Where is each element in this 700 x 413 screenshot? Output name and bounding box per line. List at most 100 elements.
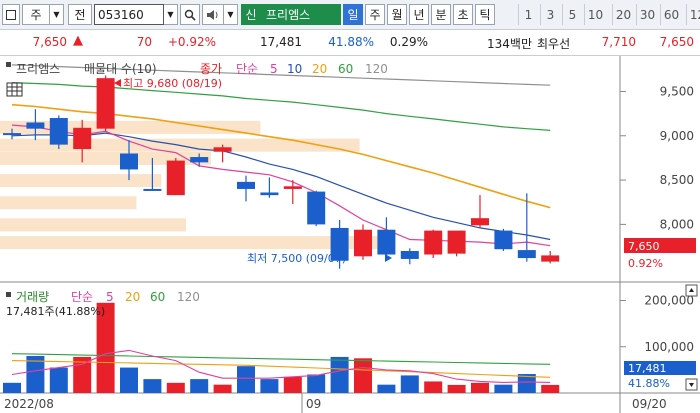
interval-button[interactable]: 20 [612,4,634,25]
volume-bar [377,384,396,393]
priority-label: 최우선 [537,37,571,51]
candle-body [237,181,255,189]
volume-legend: 거래량 단순 5 20 60 120 [6,290,200,304]
period-tab[interactable]: 월 [387,4,407,25]
candle-body [400,250,419,259]
interval-button[interactable]: 5 [562,4,582,25]
interval-label: 3 [546,7,555,22]
stock-code: 053160 [98,7,144,22]
turnover: 0.29% [389,35,428,49]
period-tab[interactable]: 년 [409,4,429,25]
candle-body [3,133,21,136]
candle-body [424,230,443,255]
volume-legend-ma-label: 단순 [71,290,93,304]
volume-moving-averages [11,349,551,383]
candle-body [166,160,185,196]
prev-button[interactable]: 전 [68,4,92,25]
legend-ma60: 60 [338,62,353,76]
market-dropdown-icon[interactable]: ▼ [50,4,64,25]
candle-body [377,229,396,255]
collapse-pane-icon[interactable] [685,284,698,297]
volume-bar [166,382,185,393]
volume-profile-bar [0,236,385,250]
volume-bar [307,374,326,393]
legend-ma5: 5 [270,62,278,76]
period-tab[interactable]: 주 [365,4,385,25]
sound-icon[interactable] [202,4,224,25]
interval-label: 20 [615,7,632,22]
interval-button[interactable]: 30 [636,4,658,25]
period-tab-label: 분 [435,8,447,22]
code-dropdown-icon[interactable]: ▼ [164,4,178,25]
search-icon[interactable] [180,4,200,25]
volume-bar [260,379,279,393]
candle-body [307,191,326,225]
volume-tick-label: 100,000 [644,340,694,354]
interval-label: 1 [524,7,533,22]
volume-legend-marker [6,292,11,297]
period-tab[interactable]: 초 [453,4,473,25]
price-tick-label: 8,500 [660,173,694,187]
volume-legend-ma120: 120 [177,290,200,304]
volume-legend-name: 거래량 [16,290,49,304]
sound-dropdown-icon[interactable]: ▼ [224,4,238,25]
y-axis-pane [620,56,700,413]
expand-pane-icon[interactable] [685,378,698,391]
low-annotation: 최저 7,500 (09/07) [247,252,346,265]
market-label: 주 [30,8,42,22]
interval-button[interactable]: 12 [686,4,700,25]
period-tab[interactable]: 분 [431,4,451,25]
volume-bar [3,382,21,393]
interval-button[interactable]: 10 [584,4,606,25]
volume-bar [471,382,489,393]
period-tab-label: 초 [457,8,469,22]
legend-ma120: 120 [365,62,388,76]
volume-tag-label: 17,481 [628,362,667,375]
period-tab-label: 월 [391,8,403,22]
high-annotation: 최고 9,680 (08/19) [123,77,222,90]
volume-bar [143,379,162,393]
candle-body [120,153,138,170]
volume-bar [213,384,232,393]
x-axis-label: 09/20 [632,397,667,411]
volume-legend-ma5: 5 [106,290,114,304]
volume-profile-bar [0,196,137,210]
volume-summary: 17,481주(41.88%) [6,305,105,318]
interval-button[interactable]: 1 [518,4,538,25]
period-tab-label: 일 [347,8,359,22]
period-tab-label: 주 [369,8,381,22]
stock-code-input[interactable]: 053160 [94,4,164,25]
volume-bar [237,366,255,393]
window-icon[interactable] [2,4,20,25]
price-change: 70 [136,35,152,49]
legend-ma-label: 단순 [236,62,258,76]
candle-body [494,230,513,250]
interval-label: 60 [663,7,680,22]
volume-bar [494,384,513,393]
volume-bar [424,381,443,393]
candle-body [447,230,466,254]
candle-body [517,250,536,259]
volume-bar [330,356,349,393]
chart-area[interactable]: 9,5009,0008,5008,000200,000100,000 2022/… [0,56,700,413]
volume-ratio: 41.88% [328,35,374,49]
price-tag-label: 7,650 [628,240,660,253]
volume-profile-bar [0,174,162,188]
market-select[interactable]: 주 [22,4,50,25]
up-arrow-icon: ▲ [73,33,83,48]
interval-button[interactable]: 60 [660,4,682,25]
volume-bar [190,379,209,393]
volume-bar [447,384,466,393]
legend-marker [6,62,11,67]
volume-bar [541,384,560,393]
x-axis-label: 09 [306,397,321,411]
candle-body [471,218,489,226]
period-tab[interactable]: 틱 [475,4,495,25]
candle-body [213,147,232,152]
table-icon[interactable] [6,82,23,97]
period-tab-label: 틱 [479,8,491,22]
interval-label: 30 [639,7,656,22]
volume-bar [354,358,372,393]
interval-button[interactable]: 3 [540,4,560,25]
period-tab[interactable]: 일 [343,4,363,25]
